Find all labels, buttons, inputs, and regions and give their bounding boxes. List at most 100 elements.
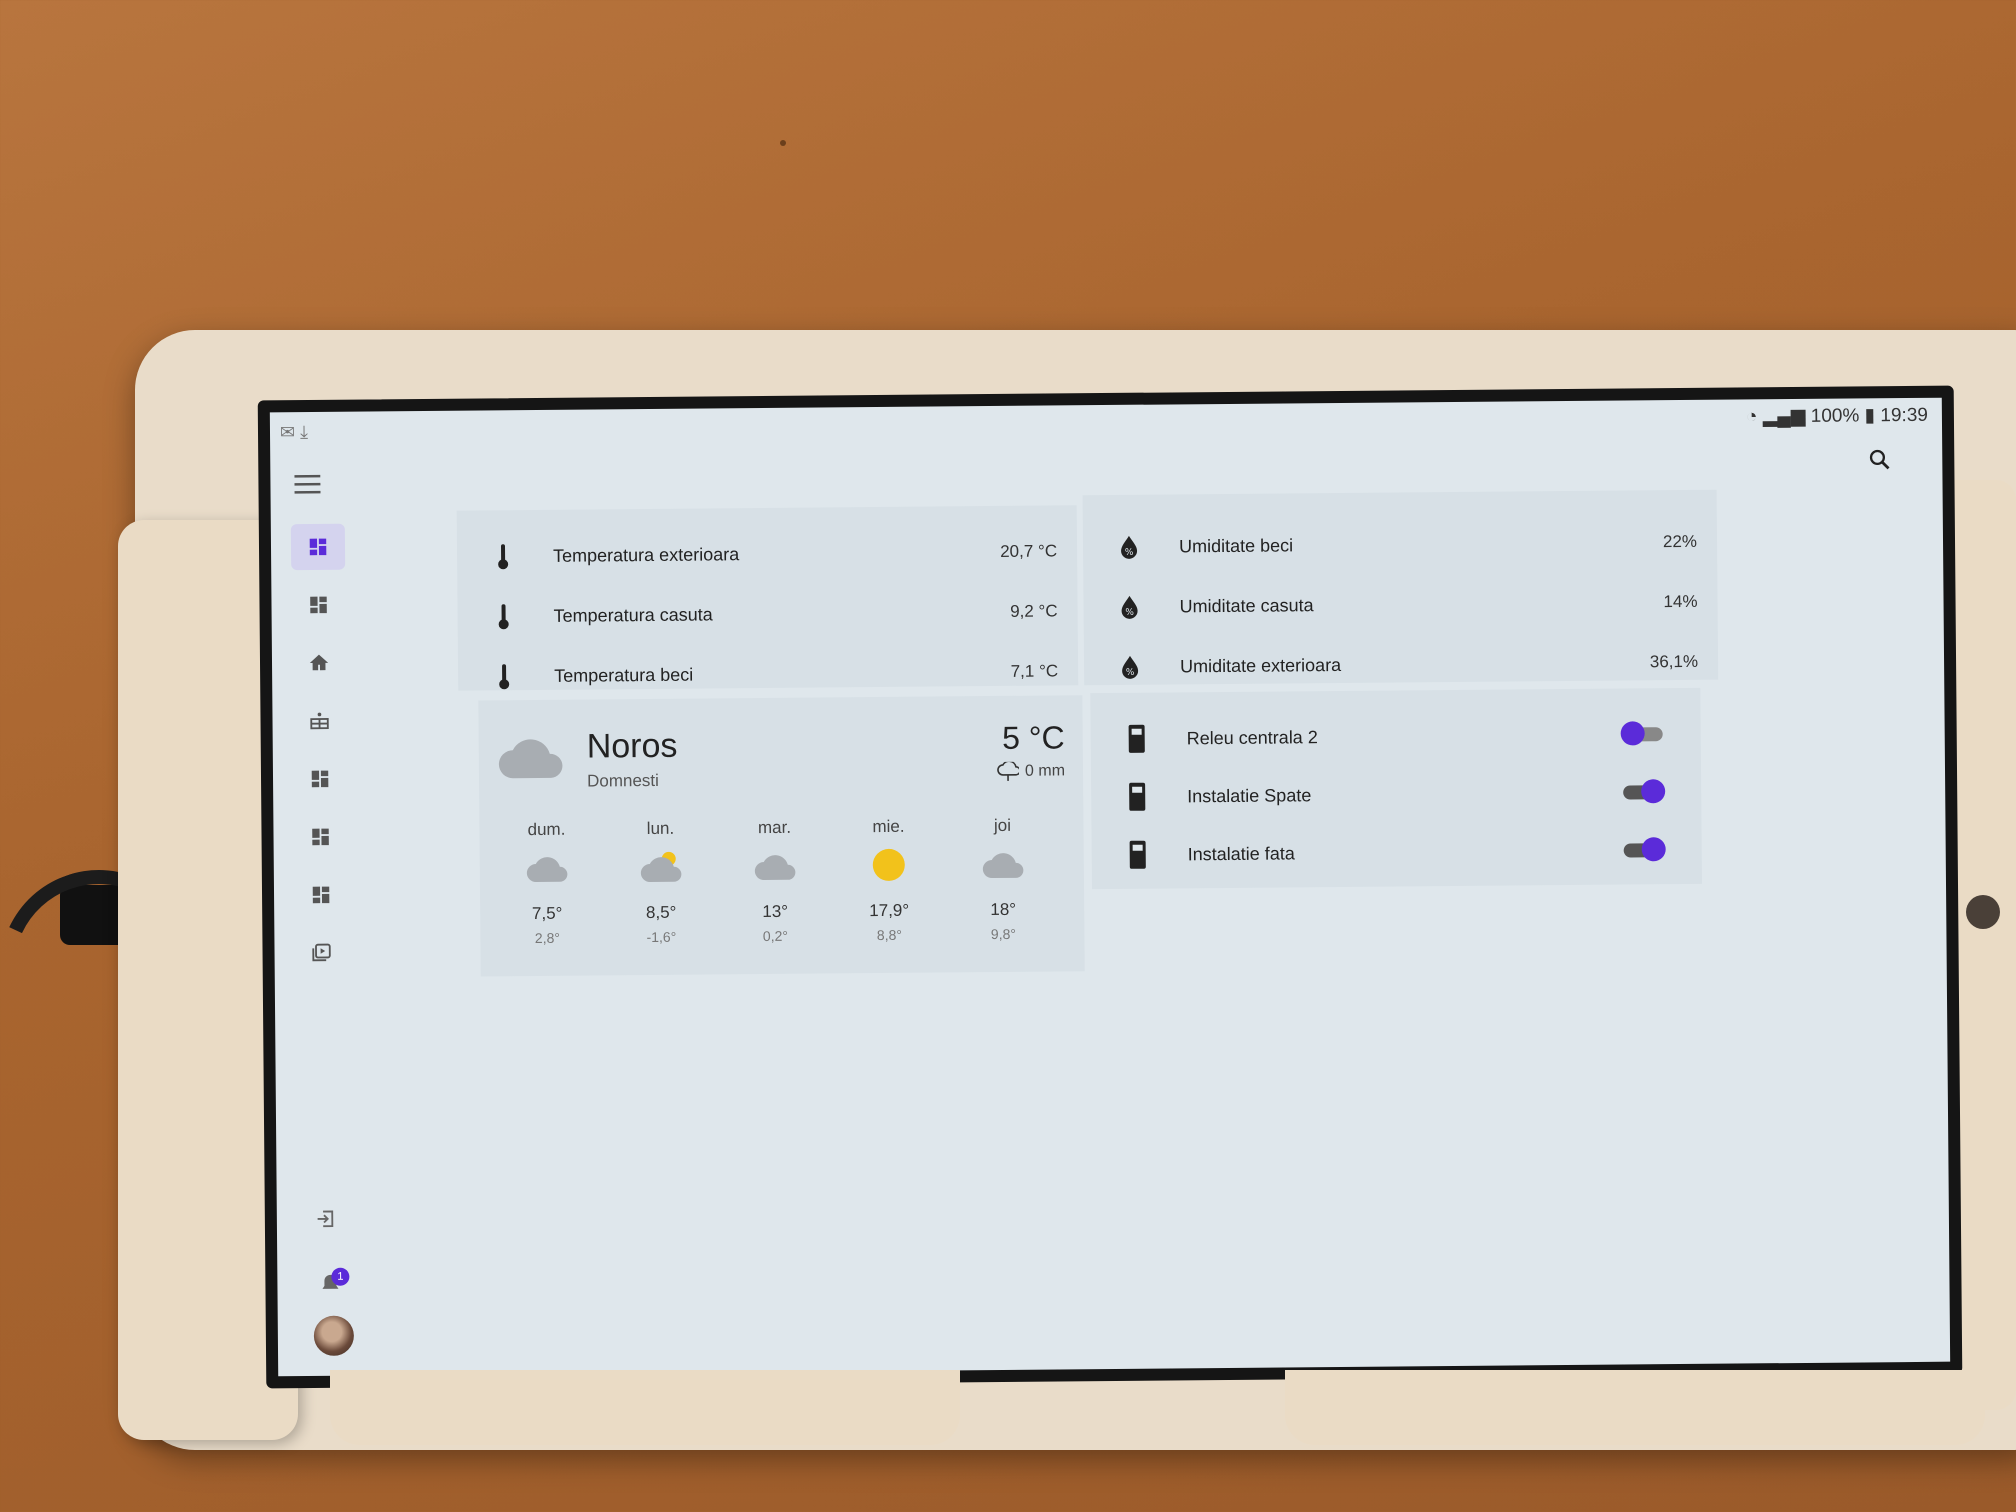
forecast-high: 17,9° [869, 900, 910, 921]
humidity-row[interactable]: % Umiditate exterioara 36,1% [1084, 632, 1718, 698]
sidebar-item-dashboard-4[interactable] [293, 814, 347, 860]
signal-icon: ▂▄▆ [1762, 405, 1806, 428]
humidity-label: Umiditate beci [1178, 534, 1294, 556]
forecast-low: 8,8° [876, 926, 903, 944]
home-icon [309, 654, 329, 671]
tablet-screen: ✉ ⤓ ◔ ▂▄▆ 100% ▮ 19:39 1 Temperatura ext… [257, 385, 1963, 1389]
weather-condition: Noros [586, 726, 678, 766]
forecast-low: 0,2° [762, 927, 789, 945]
solar-panel-icon [310, 712, 329, 730]
cloudy-icon [526, 857, 568, 883]
remote-icon [1129, 782, 1146, 811]
switch-toggle[interactable] [1623, 779, 1666, 804]
thermometer-icon [498, 544, 509, 570]
wall-spot [780, 140, 786, 146]
sidebar-item-solar[interactable] [292, 698, 346, 744]
dashboard-icon [312, 886, 330, 904]
humidity-value: 22% [1662, 531, 1698, 552]
toggle-knob [1641, 837, 1666, 862]
switch-row[interactable]: Releu centrala 2 [1090, 704, 1701, 769]
sidebar-item-dashboard-3[interactable] [293, 756, 347, 802]
wall-holder-bottom-right [1285, 1370, 1985, 1445]
svg-text:%: % [1125, 548, 1134, 558]
forecast-day-name: lun. [646, 818, 675, 839]
rain-cloud-icon [997, 761, 1020, 781]
forecast-low: -1,6° [646, 928, 677, 946]
weather-card[interactable]: Noros Domnesti 5 °C 0 mm dum. 7,5° 2,8° … [478, 695, 1085, 977]
temperature-label: Temperatura beci [554, 664, 694, 686]
forecast-low: 9,8° [990, 925, 1017, 943]
search-icon[interactable] [1868, 448, 1890, 470]
temperature-value: 9,2 °C [1010, 601, 1058, 621]
humidity-row[interactable]: % Umiditate beci 22% [1083, 512, 1717, 578]
thermometer-icon [499, 664, 510, 690]
avatar[interactable] [313, 1315, 355, 1356]
dashboard-icon [310, 596, 327, 614]
notifications-badge: 1 [331, 1267, 350, 1286]
toggle-knob [1620, 721, 1645, 746]
forecast-day: lun. 8,5° -1,6° [603, 818, 718, 945]
cloudy-icon [498, 739, 563, 779]
battery-level: 100% [1810, 405, 1860, 427]
clock: 19:39 [1880, 404, 1929, 427]
forecast-high: 7,5° [531, 903, 563, 924]
forecast-day-name: mie. [872, 816, 905, 837]
water-percent-icon: % [1122, 655, 1139, 679]
sidebar-item-dashboard-5[interactable] [294, 872, 348, 918]
media-icon [312, 943, 331, 962]
sidebar-item-dashboard-2[interactable] [291, 582, 345, 628]
humidity-label: Umiditate exterioara [1179, 654, 1342, 676]
forecast-day-name: mar. [757, 817, 792, 838]
temperature-label: Temperatura casuta [553, 603, 713, 626]
remote-icon [1128, 724, 1145, 753]
forecast-high: 8,5° [645, 902, 677, 923]
sunny-icon [872, 848, 905, 881]
weather-temperature: 5 °C [1001, 719, 1065, 756]
status-bar: ✉ ⤓ ◔ ▂▄▆ 100% ▮ 19:39 [270, 398, 1942, 449]
status-right: ◔ ▂▄▆ 100% ▮ 19:39 [1746, 404, 1928, 429]
water-percent-icon: % [1121, 535, 1138, 559]
toggle-knob [1641, 779, 1666, 804]
remote-icon [1129, 840, 1146, 869]
forecast-low: 2,8° [534, 929, 561, 947]
switch-toggle[interactable] [1623, 837, 1666, 862]
dashboard-icon [309, 538, 327, 556]
cloudy-icon [754, 855, 796, 881]
switch-label: Instalatie fata [1187, 842, 1295, 864]
svg-text:%: % [1126, 668, 1135, 678]
temperature-row[interactable]: Temperatura exterioara 20,7 °C [457, 521, 1078, 586]
switch-row[interactable]: Instalatie fata [1091, 820, 1702, 885]
dashboard-icon [311, 770, 329, 788]
switch-label: Releu centrala 2 [1186, 726, 1318, 748]
sidebar-item-media[interactable] [294, 930, 348, 976]
water-percent-icon: % [1121, 595, 1138, 619]
partly-cloudy-icon [640, 851, 682, 883]
temperature-value: 7,1 °C [1010, 661, 1059, 681]
wall-holder-bottom-left [330, 1370, 960, 1445]
forecast-day: mie. 17,9° 8,8° [831, 816, 946, 943]
wifi-icon: ◔ [1745, 406, 1758, 428]
forecast: dum. 7,5° 2,8° lun. 8,5° -1,6° mar. 13° … [489, 815, 1060, 946]
precipitation-value: 0 mm [1024, 762, 1066, 780]
temperature-value: 20,7 °C [1000, 541, 1058, 561]
menu-icon[interactable] [294, 474, 321, 494]
forecast-high: 13° [762, 901, 789, 922]
switch-row[interactable]: Instalatie Spate [1091, 762, 1702, 827]
humidity-card: % Umiditate beci 22% % Umiditate casuta … [1082, 489, 1719, 686]
weather-precipitation: 0 mm [997, 761, 1065, 782]
tablet-camera [1966, 895, 2000, 929]
temperature-row[interactable]: Temperatura casuta 9,2 °C [457, 581, 1077, 646]
humidity-row[interactable]: % Umiditate casuta 14% [1083, 572, 1717, 638]
weather-location: Domnesti [586, 770, 659, 791]
login-icon[interactable] [315, 1207, 337, 1231]
sidebar-item-home[interactable] [292, 640, 346, 686]
temperature-card: Temperatura exterioara 20,7 °C Temperatu… [456, 505, 1079, 691]
battery-icon: ▮ [1864, 405, 1876, 427]
switch-toggle[interactable] [1620, 721, 1663, 746]
humidity-label: Umiditate casuta [1179, 594, 1314, 616]
svg-text:%: % [1125, 608, 1134, 618]
forecast-high: 18° [990, 899, 1017, 920]
sidebar-item-dashboard-1[interactable] [290, 523, 346, 571]
forecast-day-name: dum. [527, 819, 566, 840]
cloudy-icon [982, 853, 1024, 879]
